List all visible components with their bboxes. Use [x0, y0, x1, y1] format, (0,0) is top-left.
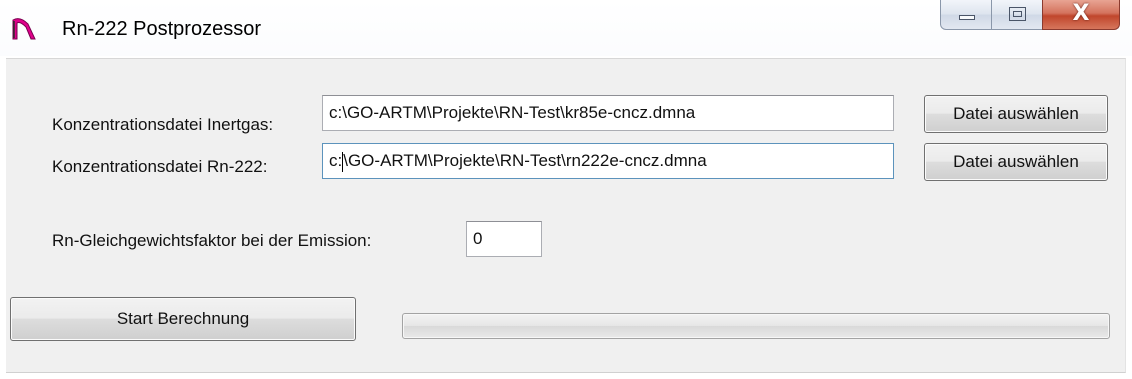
- rn222-file-input[interactable]: c:\GO-ARTM\Projekte\RN-Test\rn222e-cncz.…: [322, 143, 894, 179]
- rn222-value-start: c:: [329, 151, 343, 170]
- progress-bar: [402, 313, 1110, 339]
- start-calculation-button[interactable]: Start Berechnung: [10, 297, 356, 341]
- inertgas-label: Konzentrationsdatei Inertgas:: [52, 115, 274, 134]
- inertgas-file-input[interactable]: c:\GO-ARTM\Projekte\RN-Test\kr85e-cncz.d…: [322, 95, 894, 131]
- rn222-label: Konzentrationsdatei Rn-222:: [52, 157, 268, 176]
- window-title: Rn-222 Postprozessor: [62, 18, 261, 40]
- title-bar[interactable]: Rn-222 Postprozessor X: [0, 0, 1132, 56]
- factor-input[interactable]: 0: [466, 221, 542, 257]
- maximize-button[interactable]: [991, 0, 1043, 30]
- close-button[interactable]: X: [1042, 0, 1120, 30]
- window-controls: X: [940, 0, 1120, 38]
- minimize-icon: [959, 15, 975, 20]
- inertgas-browse-button[interactable]: Datei auswählen: [924, 95, 1108, 133]
- minimize-button[interactable]: [940, 0, 992, 30]
- rn222-value-end: \GO-ARTM\Projekte\RN-Test\rn222e-cncz.dm…: [343, 151, 707, 170]
- app-icon: [12, 18, 36, 40]
- client-area: Konzentrationsdatei Inertgas: c:\GO-ARTM…: [6, 58, 1126, 373]
- close-icon: X: [1072, 1, 1090, 26]
- factor-label: Rn-Gleichgewichtsfaktor bei der Emission…: [52, 231, 372, 250]
- rn222-browse-button[interactable]: Datei auswählen: [924, 143, 1108, 181]
- maximize-icon: [1009, 7, 1026, 21]
